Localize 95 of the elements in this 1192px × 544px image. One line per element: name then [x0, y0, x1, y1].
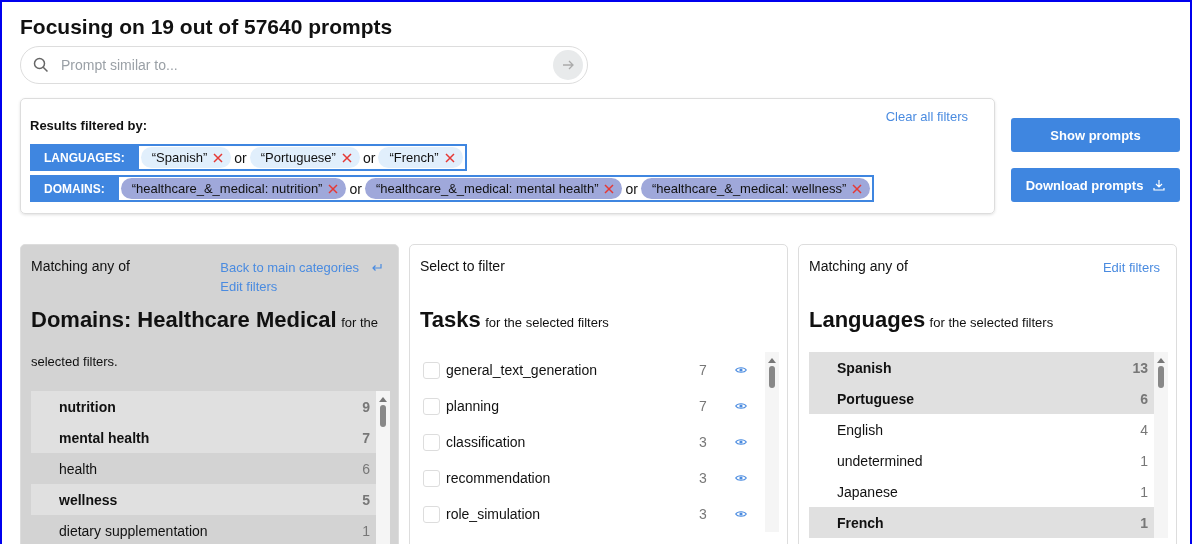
eye-icon[interactable]: [735, 438, 747, 446]
panel-caption: Select to filter: [420, 258, 505, 276]
or-joiner: or: [625, 180, 638, 197]
category-label: Portuguese: [837, 390, 914, 407]
count-label: 7: [362, 429, 370, 446]
search-icon: [33, 57, 49, 73]
category-row[interactable]: Spanish 13: [809, 352, 1154, 383]
remove-icon[interactable]: [213, 152, 224, 163]
checkbox[interactable]: [423, 469, 440, 487]
scrollbar[interactable]: [1154, 352, 1168, 538]
category-label: nutrition: [59, 398, 116, 415]
count-label: 13: [1132, 359, 1148, 376]
remove-icon[interactable]: [444, 152, 455, 163]
panel-caption: Matching any of: [809, 258, 908, 276]
filter-chip: “Spanish”: [140, 147, 232, 168]
count-label: 1: [1140, 452, 1148, 469]
download-button[interactable]: Download prompts: [1011, 168, 1180, 202]
category-label: mental health: [59, 429, 150, 446]
category-label: undetermined: [837, 452, 923, 469]
filter-chip: “healthcare_&_medical: nutrition”: [120, 178, 347, 199]
checkbox[interactable]: [423, 361, 440, 379]
filter-chip: “healthcare_&_medical: wellness”: [640, 178, 871, 199]
category-label: health: [59, 460, 98, 477]
category-row[interactable]: wellness 5: [31, 484, 376, 515]
eye-icon[interactable]: [735, 474, 747, 482]
category-label: wellness: [59, 491, 118, 508]
scroll-up-icon[interactable]: [1156, 356, 1166, 364]
category-row[interactable]: French 1: [809, 507, 1154, 538]
search-field[interactable]: Prompt similar to...: [59, 56, 553, 74]
clear-filters-link[interactable]: Clear all filters: [885, 109, 968, 124]
category-label: dietary supplementation: [59, 522, 208, 539]
task-label: general_text_generation: [446, 362, 598, 378]
count-label: 9: [362, 398, 370, 415]
count-label: 1: [1140, 514, 1148, 531]
panel-title: Tasks for the selected filters: [420, 306, 610, 334]
or-joiner: or: [349, 180, 362, 197]
panel-caption: Matching any of: [31, 258, 130, 276]
scrollbar[interactable]: [376, 391, 390, 544]
category-row[interactable]: mental health 7: [31, 422, 376, 453]
count-label: 3: [699, 470, 708, 486]
scrollbar[interactable]: [765, 352, 779, 532]
submit-button[interactable]: [553, 50, 583, 80]
category-label: English: [837, 421, 883, 438]
checkbox[interactable]: [423, 397, 440, 415]
task-label: planning: [446, 398, 500, 414]
checkbox[interactable]: [423, 433, 440, 451]
count-label: 7: [699, 398, 708, 414]
count-label: 6: [362, 460, 370, 477]
category-row[interactable]: nutrition 9: [31, 391, 376, 422]
category-row[interactable]: dietary supplementation 1: [31, 515, 376, 544]
filter-group-label: LANGUAGES:: [30, 144, 137, 171]
count-label: 6: [1140, 390, 1148, 407]
eye-icon[interactable]: [735, 510, 747, 518]
count-label: 5: [362, 491, 370, 508]
scroll-thumb[interactable]: [769, 366, 775, 388]
or-joiner: or: [234, 149, 247, 166]
count-label: 7: [699, 362, 708, 378]
category-label: Japanese: [837, 483, 898, 500]
eye-icon[interactable]: [735, 366, 747, 374]
panel-title: Domains: Healthcare Medical for the selected filters.: [31, 306, 379, 371]
count-label: 4: [1140, 421, 1148, 438]
page-title: Focusing on 19 out of 57640 prompts: [20, 14, 394, 40]
return-icon: [371, 263, 382, 272]
or-joiner: or: [362, 149, 376, 166]
remove-icon[interactable]: [604, 183, 615, 194]
count-label: 3: [699, 506, 708, 522]
count-label: 3: [699, 434, 708, 450]
download-icon: [1153, 179, 1166, 191]
scroll-thumb[interactable]: [1158, 366, 1164, 388]
category-label: Spanish: [837, 359, 892, 376]
task-label: classification: [446, 434, 527, 450]
count-label: 1: [1140, 483, 1148, 500]
arrow-icon: [561, 58, 575, 72]
filter-chip: “healthcare_&_medical: mental health”: [364, 178, 623, 199]
remove-icon[interactable]: [328, 183, 339, 194]
filter-heading: Results filtered by:: [30, 118, 148, 133]
panel-title: Languages for the selected filters: [809, 306, 1055, 334]
filter-chip: “French”: [378, 147, 463, 168]
filter-group-label: DOMAINS:: [30, 175, 117, 202]
scroll-up-icon[interactable]: [378, 395, 388, 403]
show-button[interactable]: Show prompts: [1011, 118, 1180, 152]
remove-icon[interactable]: [341, 152, 352, 163]
scroll-up-icon[interactable]: [767, 356, 777, 364]
remove-icon[interactable]: [852, 183, 863, 194]
category-row[interactable]: health 6: [31, 453, 376, 484]
panel-link[interactable]: Edit filters: [1102, 258, 1160, 277]
eye-icon[interactable]: [735, 402, 747, 410]
category-row[interactable]: Portuguese 6: [809, 383, 1154, 414]
task-label: recommendation: [446, 470, 552, 486]
scroll-thumb[interactable]: [380, 405, 386, 427]
task-label: role_simulation: [446, 506, 542, 522]
count-label: 1: [362, 522, 370, 539]
checkbox[interactable]: [423, 505, 440, 523]
category-label: French: [837, 514, 884, 531]
filter-chip: “Portuguese”: [249, 147, 360, 168]
